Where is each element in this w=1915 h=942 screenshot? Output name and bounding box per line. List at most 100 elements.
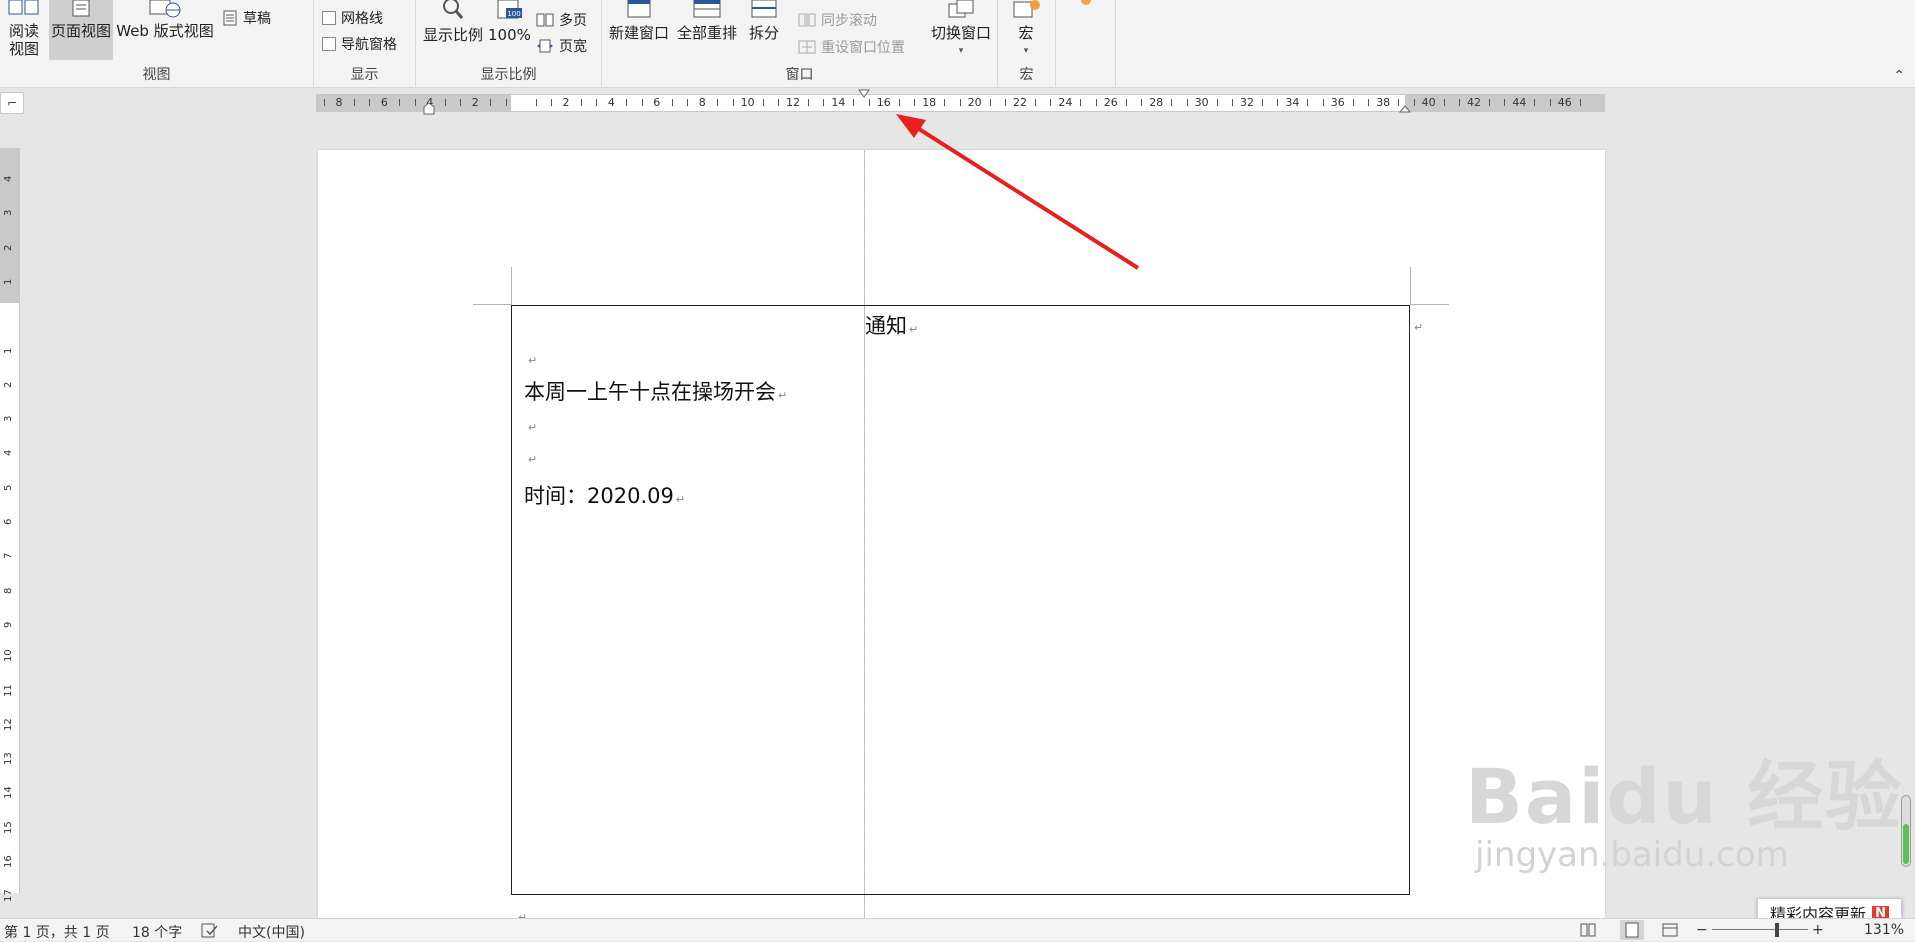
ruler-number: 26 [1103,96,1118,109]
ruler-tick [1125,99,1127,106]
read-mode-view-icon[interactable] [1580,923,1596,937]
right-indent-handle[interactable] [1399,105,1411,113]
addin-icon[interactable] [1076,0,1096,10]
ruler-tick [1141,99,1143,106]
zoom-button[interactable]: 显示比例 [420,0,486,44]
zoom-slider-thumb[interactable] [1775,923,1779,937]
web-layout-button[interactable]: Web 版式视图 [115,0,215,40]
arrange-all-button[interactable]: 全部重排 [674,0,740,42]
sync-scroll-button[interactable]: 同步滚动 [798,10,877,30]
page-count[interactable]: 第 1 页，共 1 页 [4,922,110,942]
views-group-label: 视图 [142,67,171,83]
macros-dropdown-icon: ▾ [1023,46,1029,56]
sync-scroll-icon [798,13,816,27]
language-indicator[interactable]: 中文(中国) [238,922,305,942]
ruler-number: 30 [1194,96,1209,109]
ruler-tick [626,99,628,106]
switch-window-button[interactable]: 切换窗口 ▾ [928,0,994,60]
ruler-tick [1534,99,1536,106]
svg-text:100: 100 [507,10,520,18]
ruler-number: 2 [471,96,479,109]
vruler-number: 7 [3,552,14,560]
vruler-number: 2 [3,381,14,388]
gridlines-checkbox[interactable]: 网格线 [322,8,383,28]
first-line-indent-handle[interactable] [423,103,435,115]
vruler-number: 17 [3,889,14,903]
ruler-number: 44 [1512,96,1527,109]
ruler-tick [369,99,371,106]
document-page[interactable]: 通知↵ ↵ 本周一上午十点在操场开会↵ ↵ ↵ 时间：2020.09↵ ↵ ↵ [318,150,1605,924]
empty-paragraph[interactable]: ↵ [526,444,537,468]
ruler-tick [914,99,916,106]
multi-page-label: 多页 [559,13,587,29]
multi-page-icon [536,13,554,27]
multi-page-button[interactable]: 多页 [536,10,587,30]
zoom-level[interactable]: 131% [1864,922,1904,938]
split-button[interactable]: 拆分 [742,0,786,42]
ruler-tick [354,99,355,106]
ruler-tick [1489,99,1490,106]
draft-button[interactable]: 草稿 [222,8,271,28]
reset-position-label: 重设窗口位置 [821,40,905,56]
ruler-tick [1322,99,1324,106]
arrange-all-icon [693,0,721,18]
read-mode-button[interactable]: 阅读 视图 [2,0,46,58]
ruler-number: 32 [1240,96,1254,109]
ruler-tick [1443,99,1445,106]
new-window-icon [627,0,651,18]
tab-selector[interactable]: ⌐ [0,92,24,114]
views-group: 阅读 视图 页面视图 Web 版式视图 草稿 视图 [0,0,314,88]
empty-paragraph[interactable]: ↵ [526,345,537,369]
read-mode-label: 阅读 视图 [8,22,39,58]
empty-paragraph[interactable]: ↵ [526,412,537,436]
ruler-number: 14 [831,96,846,109]
macros-button[interactable]: 宏 ▾ [1004,0,1048,60]
addin-group [1056,0,1116,88]
zoom-out-button[interactable]: − [1696,922,1708,938]
zoom-in-button[interactable]: + [1812,922,1824,938]
nav-pane-checkbox[interactable]: 导航窗格 [322,34,397,54]
split-icon [751,0,777,18]
doc-line-2[interactable]: 时间：2020.09 ↵ [524,480,685,510]
zoom-label: 显示比例 [422,26,483,44]
macro-group: 宏 ▾ 宏 [998,0,1056,88]
print-layout-button[interactable]: 页面视图 [49,0,113,60]
ruler-tick [551,99,552,106]
ruler-tick [1171,99,1173,106]
ruler-tick [944,99,946,106]
word-count[interactable]: 18 个字 [132,922,182,942]
vruler-number: 3 [3,415,14,423]
column-marker-handle[interactable] [858,89,870,99]
zoom-slider[interactable] [1712,929,1808,930]
ruler-tick [959,99,961,106]
horizontal-ruler[interactable]: 8 6 4 2 2 4 6 8 10 12 14 16 18 20 22 24 26 28 30 32 34 36 38 40… [316,89,1605,115]
doc-line-1[interactable]: 本周一上午十点在操场开会 ↵ [524,376,787,406]
ruler-tick [596,99,598,106]
zoom-100-button[interactable]: 100 100% [488,0,531,44]
split-label: 拆分 [748,24,779,42]
collapse-ribbon-icon[interactable]: ⌃ [1893,68,1905,84]
web-layout-view-icon[interactable] [1662,923,1678,937]
vruler-number: 16 [3,855,14,868]
scroll-indicator[interactable] [1901,795,1911,867]
ruler-tick [490,99,492,106]
end-paragraph-outside[interactable]: ↵ [1412,312,1423,336]
new-window-button[interactable]: 新建窗口 [606,0,672,42]
print-layout-view-icon[interactable] [1620,920,1644,940]
ruler-tick [535,99,537,106]
ruler-tick [778,99,779,106]
ruler-number: 4 [607,96,615,109]
reset-position-button[interactable]: 重设窗口位置 [798,37,905,57]
ruler-number: 20 [967,96,982,109]
ruler-tick [444,99,446,106]
ruler-tick [1035,99,1036,106]
vertical-ruler[interactable]: 4321123456789101112131415161718 [0,148,20,937]
doc-title[interactable]: 通知 ↵ [865,310,918,340]
ruler-tick [505,99,507,106]
page-width-button[interactable]: 页宽 [536,36,587,56]
nav-pane-check-icon [322,37,336,51]
proofing-icon[interactable] [201,923,219,939]
show-group: 网格线 导航窗格 显示 [314,0,416,88]
ruler-tick [1579,99,1581,106]
ruler-number: 16 [876,96,891,109]
